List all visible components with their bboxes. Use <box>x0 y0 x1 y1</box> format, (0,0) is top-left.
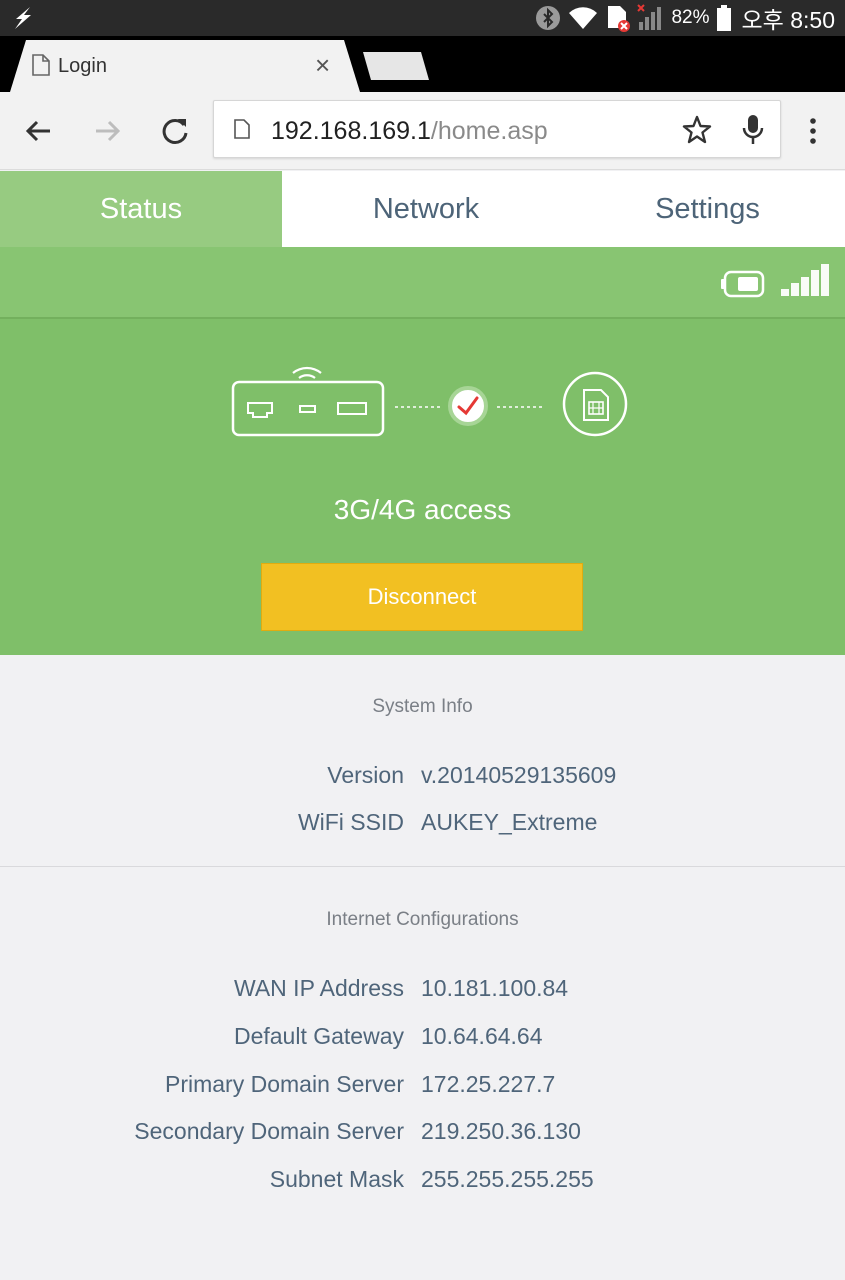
tab-title: Login <box>58 55 107 77</box>
reload-icon[interactable] <box>158 114 192 148</box>
info-row-secondary-dns: Secondary Domain Server 219.250.36.130 <box>0 1118 845 1150</box>
battery-status-icon <box>716 5 731 31</box>
bluetooth-icon <box>536 6 561 30</box>
row-label: Secondary Domain Server <box>134 1118 404 1144</box>
page-info-icon[interactable] <box>234 119 250 139</box>
signal-strength-icon <box>781 264 829 296</box>
row-value: 255.255.255.255 <box>421 1166 594 1192</box>
row-label: Primary Domain Server <box>165 1071 404 1097</box>
page-icon <box>32 54 50 76</box>
row-value: v.20140529135609 <box>421 762 617 788</box>
disconnect-button[interactable]: Disconnect <box>261 563 583 631</box>
tab-strip: Login × <box>0 36 845 92</box>
new-tab-button[interactable] <box>363 52 429 80</box>
url-host: 192.168.169.1 <box>271 117 431 145</box>
row-value: 10.181.100.84 <box>421 975 569 1001</box>
row-label: WAN IP Address <box>233 975 404 1001</box>
info-row-version: Version v.20140529135609 <box>0 762 845 794</box>
address-bar[interactable]: 192.168.169.1/home.asp <box>213 100 781 158</box>
device-status-band <box>0 247 845 319</box>
connection-diagram <box>231 366 628 437</box>
bookmark-star-icon[interactable] <box>682 115 712 145</box>
status-bar: 82% 오후 8:50 <box>0 0 845 36</box>
forward-arrow-icon[interactable] <box>90 114 124 148</box>
info-row-primary-dns: Primary Domain Server 172.25.227.7 <box>0 1071 845 1103</box>
row-value: 10.64.64.64 <box>421 1023 543 1049</box>
system-info-title: System Info <box>372 696 473 717</box>
row-label: Default Gateway <box>233 1023 404 1049</box>
url-path: /home.asp <box>430 117 548 145</box>
back-arrow-icon[interactable] <box>22 114 56 148</box>
access-type-label: 3G/4G access <box>333 494 512 525</box>
row-value: 219.250.36.130 <box>421 1118 581 1144</box>
battery-percent: 82% <box>671 7 710 28</box>
tab-settings[interactable]: Settings <box>570 171 845 247</box>
check-icon <box>448 386 488 426</box>
info-row-subnet-mask: Subnet Mask 255.255.255.255 <box>0 1166 845 1198</box>
wifi-icon <box>292 366 322 379</box>
close-tab-icon[interactable]: × <box>315 52 330 78</box>
router-icon <box>231 380 385 437</box>
row-value: 172.25.227.7 <box>421 1071 556 1097</box>
overflow-menu-icon[interactable] <box>800 116 826 146</box>
cell-signal-icon <box>637 4 662 30</box>
sim-card-icon <box>562 371 628 437</box>
info-row-default-gateway: Default Gateway 10.64.64.64 <box>0 1023 845 1055</box>
clock: 오후 8:50 <box>741 7 835 33</box>
url-text[interactable]: 192.168.169.1/home.asp <box>271 117 548 146</box>
battery-icon <box>721 270 765 298</box>
row-label: WiFi SSID <box>297 809 404 835</box>
row-label: Version <box>327 762 404 788</box>
main-nav-tabs: Status Network Settings <box>0 171 845 247</box>
microphone-icon[interactable] <box>740 113 766 147</box>
section-divider <box>0 866 845 867</box>
row-label: Subnet Mask <box>269 1166 404 1192</box>
browser-tab-login[interactable]: Login × <box>10 40 360 92</box>
wifi-status-icon <box>569 7 598 30</box>
internet-config-title: Internet Configurations <box>326 909 519 930</box>
row-value: AUKEY_Extreme <box>421 809 598 835</box>
sim-error-icon <box>608 6 631 32</box>
tab-network[interactable]: Network <box>282 171 570 247</box>
info-row-wifi-ssid: WiFi SSID AUKEY_Extreme <box>0 809 845 841</box>
info-row-wan-ip: WAN IP Address 10.181.100.84 <box>0 975 845 1007</box>
browser-toolbar: 192.168.169.1/home.asp <box>0 92 845 170</box>
lightning-icon <box>15 7 31 29</box>
connection-panel: 3G/4G access Disconnect <box>0 247 845 655</box>
tab-status[interactable]: Status <box>0 171 282 247</box>
